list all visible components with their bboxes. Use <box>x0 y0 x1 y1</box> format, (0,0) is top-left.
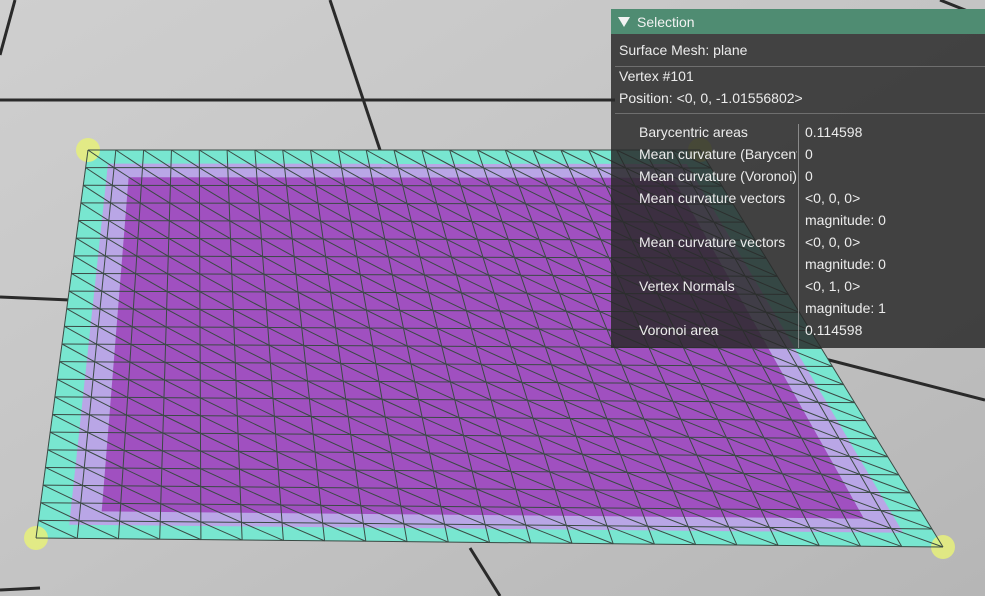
quantity-value: <0, 0, 0> <box>805 234 861 250</box>
mesh-label: Surface Mesh: plane <box>619 42 748 58</box>
quantity-value: 0 <box>805 168 813 184</box>
column-divider <box>798 124 799 348</box>
quantity-value: 0 <box>805 146 813 162</box>
divider <box>615 66 985 67</box>
quantity-name: Mean curvature vectors <box>639 234 786 250</box>
quantity-value: <0, 1, 0> <box>805 278 861 294</box>
quantity-name: Mean curvature (Barycentric) <box>639 146 797 162</box>
quantity-magnitude: magnitude: 1 <box>805 300 886 316</box>
vertex-label: Vertex #101 <box>619 68 694 84</box>
quantity-value: 0.114598 <box>805 124 863 140</box>
position-label: Position: <0, 0, -1.01556802> <box>619 90 803 106</box>
quantity-magnitude: magnitude: 0 <box>805 256 886 272</box>
quantity-name: Vertex Normals <box>639 278 735 294</box>
quantity-name: Barycentric areas <box>639 124 748 140</box>
quantity-magnitude: magnitude: 0 <box>805 212 886 228</box>
selection-title: Selection <box>637 13 695 30</box>
divider <box>615 113 985 114</box>
quantity-value: 0.114598 <box>805 322 863 338</box>
collapse-triangle-icon[interactable] <box>618 16 630 27</box>
quantity-name: Mean curvature vectors <box>639 190 786 206</box>
selection-header[interactable]: Selection <box>611 9 985 34</box>
quantity-value: <0, 0, 0> <box>805 190 861 206</box>
selection-panel: Selection Surface Mesh: plane Vertex #10… <box>611 9 985 348</box>
quantity-name: Voronoi area <box>639 322 719 338</box>
quantity-name: Mean curvature (Voronoi) <box>639 168 797 184</box>
